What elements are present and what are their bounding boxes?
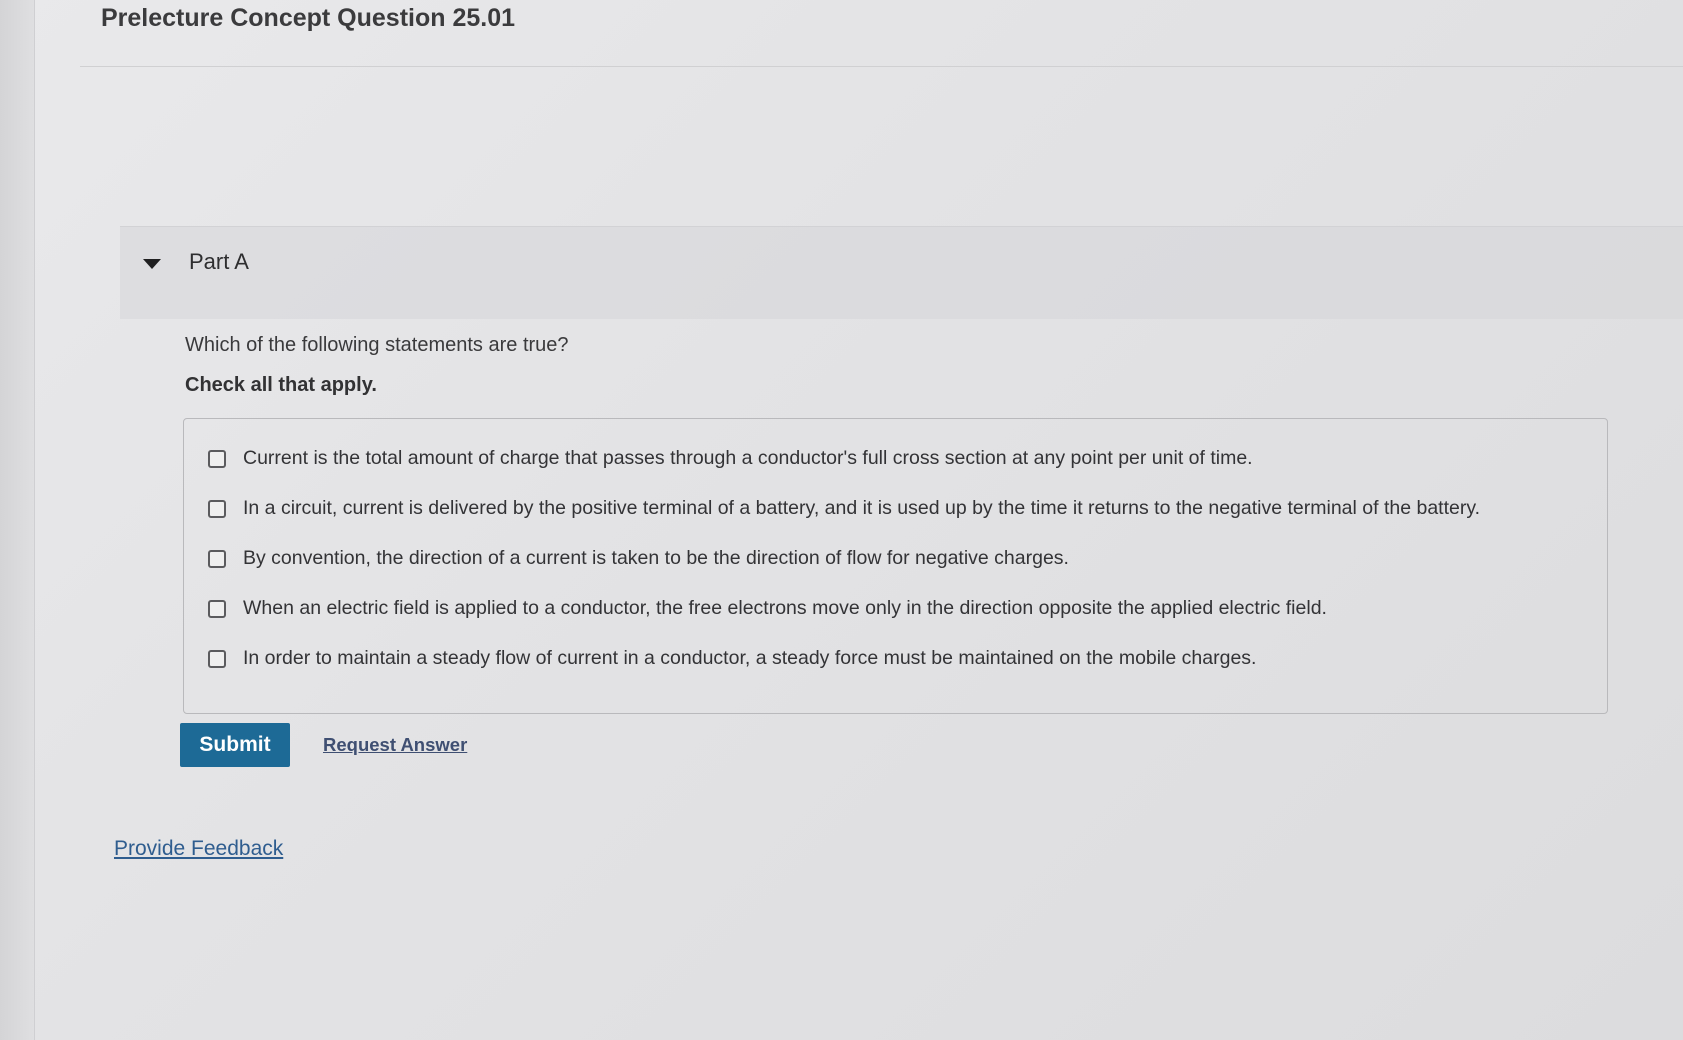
option-label: In order to maintain a steady flow of cu… xyxy=(243,647,1257,669)
option-5[interactable]: In order to maintain a steady flow of cu… xyxy=(208,647,1256,670)
part-label: Part A xyxy=(189,249,249,274)
option-label: In a circuit, current is delivered by th… xyxy=(243,497,1481,519)
option-1[interactable]: Current is the total amount of charge th… xyxy=(208,447,1253,470)
instruction-text: Check all that apply. xyxy=(185,374,377,396)
option-label: By convention, the direction of a curren… xyxy=(243,547,1069,569)
submit-button[interactable]: Submit xyxy=(180,723,290,767)
checkbox-icon[interactable] xyxy=(208,449,226,468)
request-answer-link[interactable]: Request Answer xyxy=(323,734,467,756)
option-2[interactable]: In a circuit, current is delivered by th… xyxy=(208,497,1480,520)
option-4[interactable]: When an electric field is applied to a c… xyxy=(208,597,1327,620)
options-list: Current is the total amount of charge th… xyxy=(183,418,1608,714)
provide-feedback-link[interactable]: Provide Feedback xyxy=(114,837,283,861)
question-text: Which of the following statements are tr… xyxy=(185,334,569,356)
title-divider xyxy=(80,66,1683,67)
caret-down-icon[interactable] xyxy=(143,259,161,269)
checkbox-icon[interactable] xyxy=(208,649,226,668)
checkbox-icon[interactable] xyxy=(208,599,226,618)
option-label: When an electric field is applied to a c… xyxy=(243,597,1327,619)
checkbox-icon[interactable] xyxy=(208,549,226,568)
option-label: Current is the total amount of charge th… xyxy=(243,447,1253,469)
checkbox-icon[interactable] xyxy=(208,499,226,518)
screen-bezel xyxy=(0,0,35,1040)
page-title: Prelecture Concept Question 25.01 xyxy=(101,4,516,32)
part-a-header[interactable]: Part A xyxy=(120,226,1683,319)
option-3[interactable]: By convention, the direction of a curren… xyxy=(208,547,1069,570)
